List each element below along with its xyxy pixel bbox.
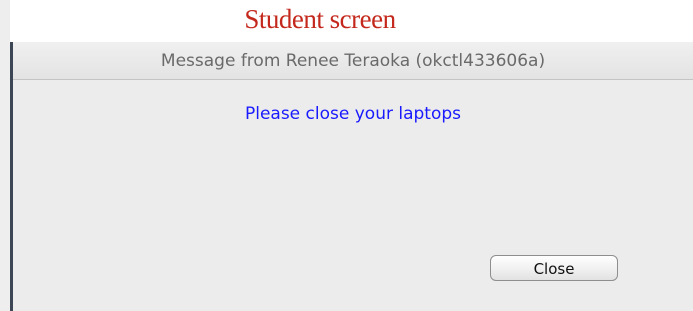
dialog-title: Message from Renee Teraoka (okctl433606a… [160,51,546,71]
background-edge [0,0,10,311]
close-button[interactable]: Close [490,255,618,281]
dialog-titlebar: Message from Renee Teraoka (okctl433606a… [13,42,693,80]
slide-caption: Student screen [244,4,396,34]
dialog-message: Please close your laptops [244,104,462,124]
message-dialog: Message from Renee Teraoka (okctl433606a… [10,42,693,311]
